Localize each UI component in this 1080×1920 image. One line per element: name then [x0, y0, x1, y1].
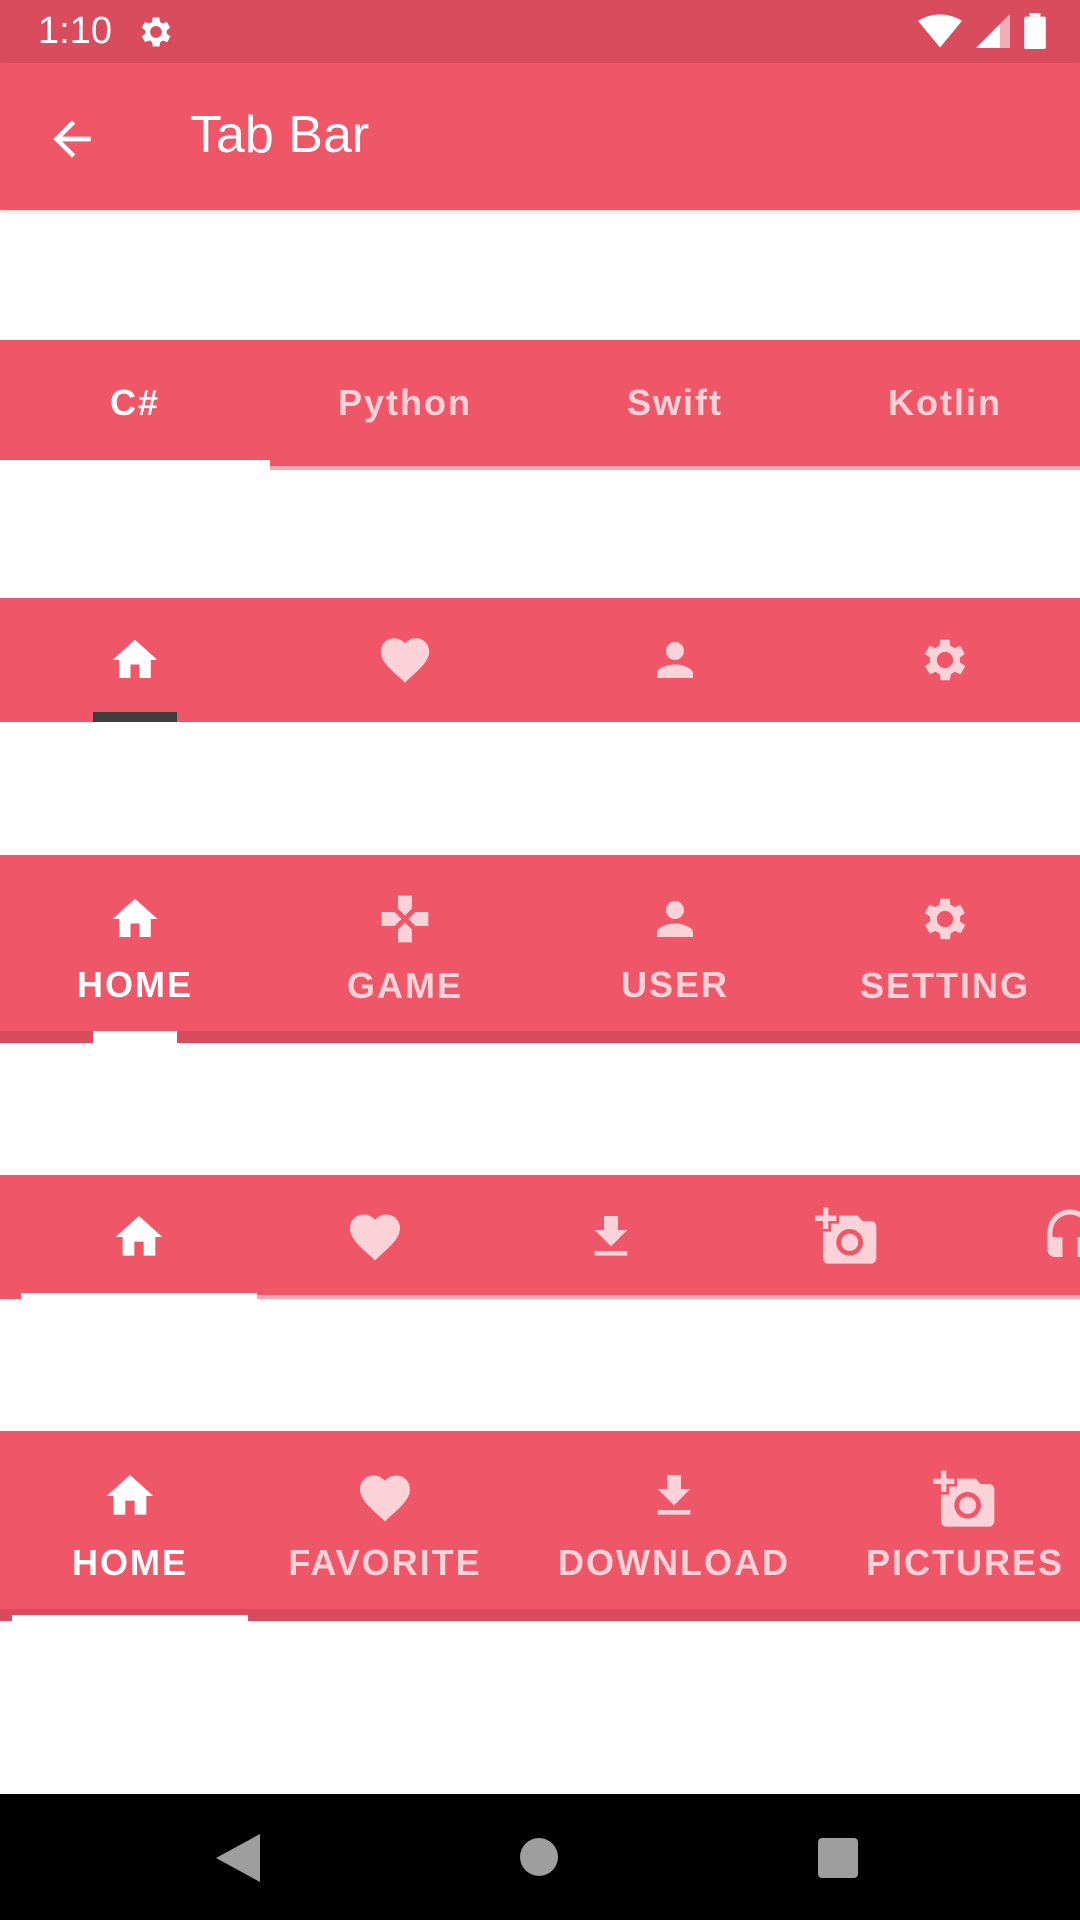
- tab-settings[interactable]: [810, 598, 1080, 722]
- tab-game[interactable]: GAME: [270, 855, 540, 1043]
- tab-setting[interactable]: SETTING: [810, 855, 1080, 1043]
- tab-home[interactable]: HOME: [0, 855, 270, 1043]
- home-icon: [112, 898, 158, 937]
- tab-pictures[interactable]: [729, 1175, 965, 1299]
- tab-indicator: [0, 460, 270, 466]
- tab-label: C#: [109, 382, 161, 423]
- app-bar: Tab Bar: [0, 63, 1080, 210]
- tab-label: SETTING: [859, 965, 1030, 1006]
- tab-home[interactable]: HOME: [12, 1431, 248, 1621]
- tab-swift[interactable]: Swift: [540, 340, 810, 466]
- tab-label: Python: [338, 382, 472, 423]
- arrow-back-icon[interactable]: [44, 111, 100, 167]
- home-icon: [106, 1475, 154, 1515]
- back-triangle-icon[interactable]: [216, 1834, 260, 1882]
- tab-bar-text: C# Python Swift Kotlin: [0, 340, 1080, 470]
- tab-pictures[interactable]: PICTURES: [850, 1431, 1080, 1621]
- download-icon: [657, 1475, 691, 1515]
- status-bar: 1:10: [0, 0, 1080, 63]
- tab-label: FAVORITE: [288, 1542, 482, 1583]
- tab-bar-divider: [257, 1295, 1080, 1299]
- recents-square-icon[interactable]: [818, 1838, 858, 1878]
- tab-kotlin[interactable]: Kotlin: [810, 340, 1080, 466]
- tab-label: Kotlin: [888, 382, 1002, 423]
- tab-python[interactable]: Python: [270, 340, 540, 466]
- battery-icon: [1024, 13, 1046, 49]
- home-icon: [115, 1216, 163, 1256]
- tab-download[interactable]: DOWNLOAD: [540, 1431, 808, 1621]
- tab-label: DOWNLOAD: [558, 1542, 790, 1583]
- heart-icon: [350, 1214, 400, 1261]
- heart-icon: [380, 638, 430, 683]
- tab-label: GAME: [347, 965, 463, 1006]
- tab-label: HOME: [77, 964, 193, 1005]
- tab-bar-icons: [0, 598, 1080, 722]
- tab-favorite[interactable]: [257, 1175, 493, 1299]
- heart-icon: [360, 1475, 410, 1522]
- tab-favorite[interactable]: FAVORITE: [270, 1431, 500, 1621]
- tab-home[interactable]: [21, 1175, 257, 1299]
- settings-icon: [141, 17, 171, 47]
- tab-bar-scrollable-icons: [0, 1175, 1080, 1299]
- tab-headset[interactable]: [1040, 1175, 1080, 1299]
- gamepad-icon: [381, 895, 429, 943]
- tab-bar-divider: [270, 466, 1080, 470]
- add-a-photo-icon: [933, 1470, 995, 1527]
- tab-label: PICTURES: [865, 1542, 1065, 1583]
- signal-icon: [976, 14, 1010, 48]
- tab-label: HOME: [72, 1542, 188, 1583]
- page-title: Tab Bar: [190, 106, 370, 164]
- tab-favorite[interactable]: [270, 598, 540, 722]
- tab-bar-icon-label: HOME GAME USER SETTING: [0, 855, 1080, 1043]
- download-icon: [594, 1216, 628, 1256]
- home-circle-icon[interactable]: [520, 1838, 558, 1876]
- tab-indicator: [21, 1293, 257, 1299]
- tab-csharp[interactable]: C#: [0, 340, 270, 466]
- headset-icon: [1047, 1209, 1080, 1257]
- tab-label: Swift: [627, 382, 723, 423]
- settings-icon: [924, 898, 966, 940]
- navigation-bar: [0, 1794, 1080, 1920]
- settings-icon: [924, 639, 966, 681]
- status-time: 1:10: [38, 10, 112, 52]
- tab-indicator: [12, 1615, 248, 1621]
- tab-user[interactable]: [540, 598, 810, 722]
- tab-label: USER: [620, 964, 730, 1005]
- tab-indicator: [93, 1031, 177, 1043]
- add-a-photo-icon: [815, 1207, 877, 1264]
- person-icon: [657, 901, 693, 937]
- tab-download[interactable]: [493, 1175, 729, 1299]
- tab-indicator: [93, 712, 177, 722]
- person-icon: [657, 642, 693, 678]
- home-icon: [112, 639, 158, 678]
- wifi-icon: [918, 14, 962, 48]
- tab-user[interactable]: USER: [540, 855, 810, 1043]
- tab-home[interactable]: [0, 598, 270, 722]
- tab-bar-scrollable-icon-label: HOME FAVORITE DOWNLOAD PICTURES: [0, 1431, 1080, 1621]
